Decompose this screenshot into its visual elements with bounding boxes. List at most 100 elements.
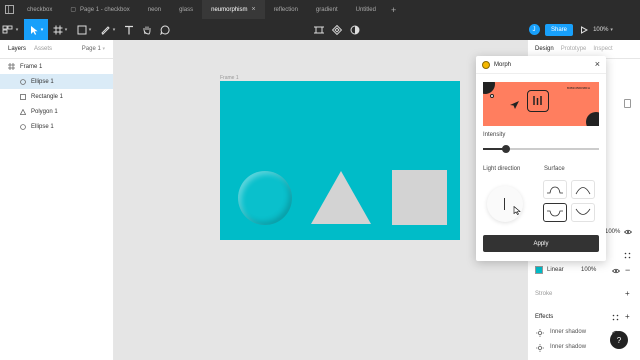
grid-dots-icon[interactable]: [624, 252, 631, 259]
tab-6[interactable]: gradient: [307, 0, 347, 19]
morph-plugin-window: Morph × B3B3CB6D9BFH Intensity Light dir…: [476, 56, 606, 261]
remove-fill-button[interactable]: −: [625, 265, 630, 275]
component-tool[interactable]: [310, 19, 328, 40]
sun-icon[interactable]: [536, 329, 544, 337]
move-tool[interactable]: ▾: [24, 19, 48, 40]
layer-frame[interactable]: Frame 1: [0, 59, 113, 74]
left-panel-tabs: Layers Assets Page 1 ▾: [0, 40, 113, 59]
constraint-icon[interactable]: [624, 99, 631, 108]
frame-1[interactable]: [220, 81, 460, 240]
share-wrap: Share: [542, 19, 576, 40]
chevron-down-icon: ▾: [102, 46, 105, 52]
effect-inner-shadow-1[interactable]: Inner shadow: [550, 329, 586, 335]
tab-label: glass: [179, 6, 194, 13]
tab-inspect[interactable]: Inspect: [593, 46, 612, 52]
convex-surface-icon: [575, 187, 591, 195]
ellipse-icon: [20, 78, 26, 85]
surface-option-flat[interactable]: [543, 180, 567, 199]
plugin-title: Morph: [494, 61, 512, 68]
flat-surface-icon: [547, 186, 563, 194]
present-button[interactable]: [576, 19, 592, 40]
pen-icon: [101, 25, 110, 35]
frame-tool[interactable]: ▾: [48, 19, 72, 40]
zoom-dropdown[interactable]: 100% ▾: [592, 19, 614, 40]
text-tool[interactable]: [120, 19, 138, 40]
triangle-polygon[interactable]: [310, 170, 372, 226]
tab-label: gradient: [315, 6, 338, 13]
surface-preview: B3B3CB6D9BFH: [483, 82, 599, 126]
tab-label: Page 1 - checkbox: [80, 6, 130, 13]
sun-icon[interactable]: [536, 344, 544, 352]
square-icon: [77, 25, 87, 34]
main-menu-button[interactable]: ▾: [0, 19, 20, 40]
tab-0[interactable]: checkbox: [18, 0, 61, 19]
tab-label: checkbox: [27, 6, 53, 13]
neumorphic-ellipse[interactable]: [238, 171, 292, 225]
layer-row[interactable]: Ellipse 1: [0, 74, 113, 89]
tab-7[interactable]: Untitled: [347, 0, 385, 19]
intensity-slider[interactable]: [483, 145, 599, 153]
share-button[interactable]: Share: [544, 23, 573, 36]
fill-type[interactable]: Linear: [547, 267, 564, 273]
zoom-value: 100%: [593, 26, 609, 33]
page-selector[interactable]: Page 1 ▾: [82, 46, 105, 52]
light-direction-dial[interactable]: [487, 186, 523, 222]
tab-2[interactable]: neon: [139, 0, 170, 19]
pressed-surface-icon: [547, 210, 563, 217]
tab-5[interactable]: reflection: [265, 0, 307, 19]
add-effect-button[interactable]: +: [625, 312, 630, 321]
page-icon: ▢: [70, 7, 77, 13]
layer-row[interactable]: Rectangle 1: [0, 89, 113, 104]
light-direction-label: Light direction: [483, 166, 521, 172]
mask-tool[interactable]: [328, 19, 346, 40]
apply-button[interactable]: Apply: [483, 235, 599, 252]
surface-option-convex[interactable]: [571, 180, 595, 199]
close-tab-icon[interactable]: ×: [251, 6, 255, 13]
concave-surface-icon: [575, 208, 591, 215]
preview-blob: [586, 112, 599, 126]
hand-icon: [143, 26, 151, 34]
opacity-value[interactable]: 100%: [605, 229, 620, 235]
plugin-header: Morph ×: [476, 56, 606, 73]
pen-tool[interactable]: ▾: [96, 19, 120, 40]
layer-label: Polygon 1: [31, 108, 58, 115]
ellipse-icon: [20, 123, 26, 130]
tab-1[interactable]: ▢ Page 1 - checkbox: [61, 0, 138, 19]
tab-label: neumorphism: [211, 6, 248, 13]
new-tab-button[interactable]: +: [385, 5, 402, 15]
divider: [476, 73, 606, 74]
avatar[interactable]: J: [526, 19, 542, 40]
tab-3[interactable]: glass: [170, 0, 202, 19]
surface-option-concave[interactable]: [571, 203, 595, 222]
shape-tool[interactable]: ▾: [72, 19, 96, 40]
grid-dots-icon[interactable]: [612, 314, 619, 321]
add-stroke-button[interactable]: +: [625, 289, 630, 298]
eye-icon[interactable]: [612, 268, 620, 274]
comment-icon: [160, 24, 170, 35]
tab-layers[interactable]: Layers: [8, 46, 26, 52]
layer-row[interactable]: Polygon 1: [0, 104, 113, 119]
close-icon[interactable]: ×: [595, 59, 600, 69]
layer-label: Ellipse 1: [31, 123, 54, 130]
hand-tool[interactable]: [138, 19, 156, 40]
cursor-icon: [30, 25, 38, 35]
tab-prototype[interactable]: Prototype: [561, 46, 587, 52]
tab-assets[interactable]: Assets: [34, 46, 52, 52]
layer-row[interactable]: Ellipse 1: [0, 119, 113, 134]
surface-option-pressed[interactable]: [543, 203, 567, 222]
slider-knob[interactable]: [502, 145, 511, 153]
canvas[interactable]: Frame 1: [114, 40, 527, 360]
home-icon[interactable]: [0, 0, 18, 20]
help-button[interactable]: ?: [610, 331, 628, 349]
tab-design[interactable]: Design: [535, 46, 554, 52]
contrast-tool[interactable]: [346, 19, 364, 40]
preview-code: B3B3CB6D9BFH: [567, 86, 591, 90]
comment-tool[interactable]: [156, 19, 174, 40]
tab-4[interactable]: neumorphism ×: [202, 0, 265, 19]
eye-icon[interactable]: [624, 229, 632, 235]
effect-inner-shadow-2[interactable]: Inner shadow: [550, 344, 586, 350]
fill-swatch[interactable]: [535, 266, 543, 274]
rectangle-shape[interactable]: [392, 170, 447, 225]
hash-icon: [53, 25, 63, 34]
fill-opacity[interactable]: 100%: [581, 267, 596, 273]
